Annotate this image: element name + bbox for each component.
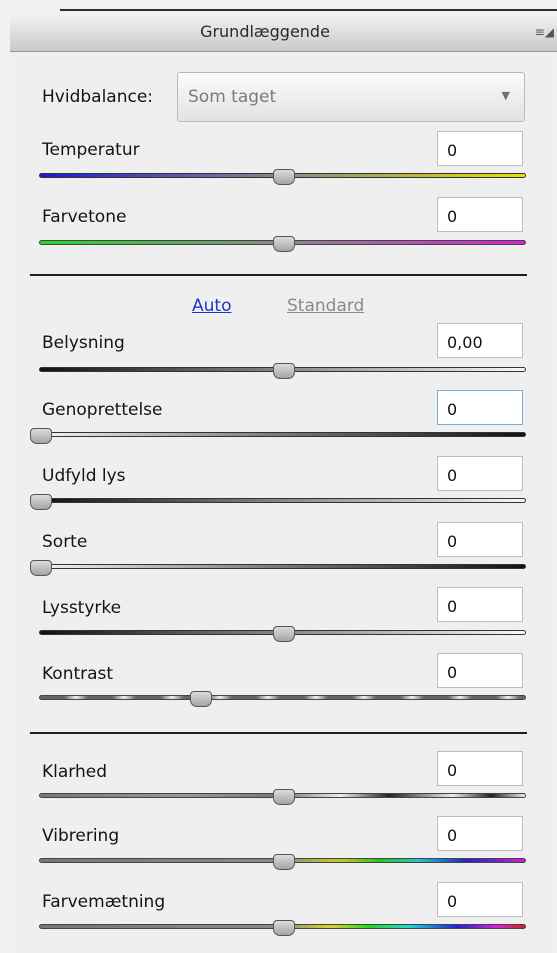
section-divider (30, 274, 527, 276)
clarity-label: Klarhed (42, 762, 108, 782)
standard-button[interactable]: Standard (287, 296, 364, 316)
tint-label: Farvetone (42, 207, 127, 227)
white-balance-select[interactable]: Som taget ▼ (177, 72, 525, 122)
vibrance-label: Vibrering (42, 826, 120, 846)
panel-menu-icon[interactable]: ≡◢ (535, 25, 554, 39)
temperature-label: Temperatur (42, 140, 140, 160)
blacks-label: Sorte (42, 532, 88, 552)
section-divider (30, 732, 527, 734)
contrast-slider-track[interactable] (39, 695, 526, 700)
top-edge-line (60, 9, 557, 11)
blacks-slider-track[interactable] (39, 564, 526, 569)
exposure-field[interactable]: 0,00 (437, 323, 523, 358)
brightness-field[interactable]: 0 (437, 587, 523, 622)
brightness-label: Lysstyrke (42, 598, 122, 618)
auto-button[interactable]: Auto (192, 296, 231, 316)
fill-light-slider-track[interactable] (39, 498, 526, 503)
recovery-field[interactable]: 0 (437, 390, 523, 425)
fill-light-label: Udfyld lys (42, 466, 126, 486)
clarity-field[interactable]: 0 (437, 751, 523, 786)
recovery-slider-track[interactable] (39, 432, 526, 437)
contrast-field[interactable]: 0 (437, 653, 523, 688)
temperature-field[interactable]: 0 (437, 131, 523, 166)
white-balance-value: Som taget (188, 87, 277, 107)
contrast-label: Kontrast (42, 664, 114, 684)
recovery-label: Genoprettelse (42, 400, 163, 420)
chevron-down-icon: ▼ (501, 89, 510, 102)
fill-light-field[interactable]: 0 (437, 456, 523, 491)
tint-field[interactable]: 0 (437, 197, 523, 232)
blacks-field[interactable]: 0 (437, 522, 523, 557)
saturation-field[interactable]: 0 (437, 882, 523, 917)
panel-header: Grundlæggende ≡◢ (10, 13, 557, 52)
white-balance-label: Hvidbalance: (42, 87, 154, 107)
exposure-label: Belysning (42, 333, 125, 353)
saturation-label: Farvemætning (42, 892, 166, 912)
vibrance-field[interactable]: 0 (437, 816, 523, 851)
panel-title: Grundlæggende (200, 22, 330, 41)
